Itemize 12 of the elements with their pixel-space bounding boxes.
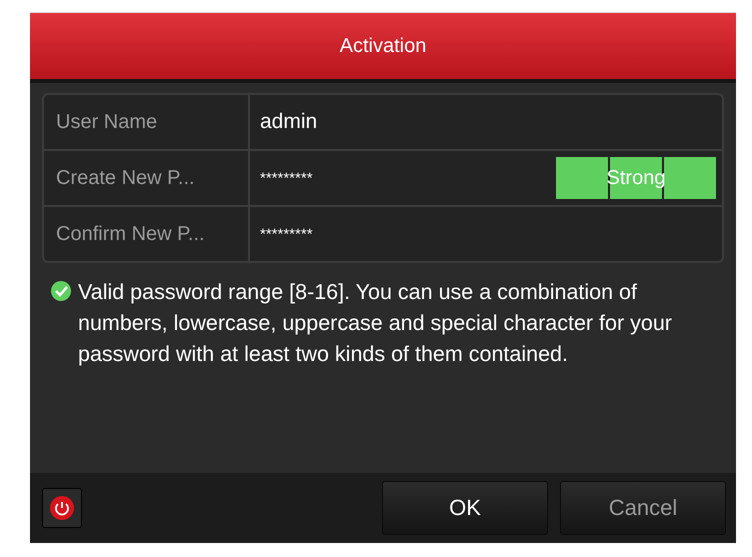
cancel-button[interactable]: Cancel <box>560 481 726 535</box>
password-field[interactable]: ********* <box>260 170 556 186</box>
username-field[interactable]: admin <box>260 110 716 134</box>
password-field[interactable]: ********* <box>260 226 716 242</box>
hint-text: Valid password range [8-16]. You can use a combination of numbers, lowercase, uppercase and special character for your password with at least two kinds of them contained. <box>78 279 673 368</box>
power-button[interactable] <box>42 488 82 528</box>
field-label: Create New P... <box>56 166 195 190</box>
field-label: User Name <box>56 110 158 134</box>
window-title: Activation <box>340 34 426 58</box>
ok-button[interactable]: OK <box>382 481 548 535</box>
power-icon <box>49 495 75 521</box>
field-label: Confirm New P... <box>56 222 205 246</box>
